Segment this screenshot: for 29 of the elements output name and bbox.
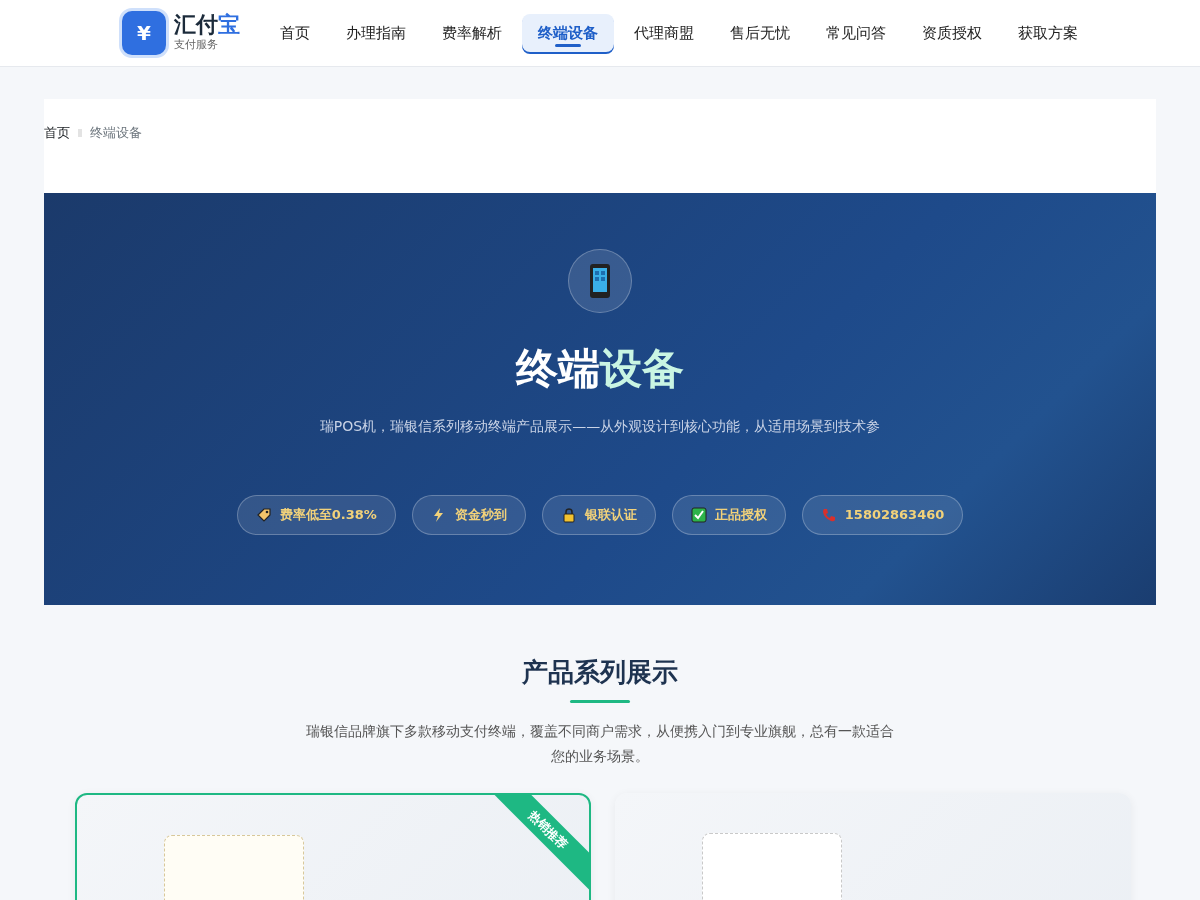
brand-tagline: 支付服务 [174, 36, 219, 53]
nav-tab[interactable]: 售后无忧 [714, 13, 806, 53]
nav-tab[interactable]: 费率解析 [426, 13, 518, 53]
nav-tab[interactable]: 获取方案 [1002, 13, 1094, 53]
nav-tab[interactable]: 资质授权 [906, 13, 998, 53]
nav-tab[interactable]: 代理商盟 [618, 13, 710, 53]
nav-tab[interactable]: 常见问答 [810, 13, 902, 53]
feature-badge: 资金秒到 [411, 495, 526, 535]
hero-title: 终端设备 [516, 343, 684, 395]
breadcrumb-current: 终端设备 [90, 124, 142, 142]
section-title: 产品系列展示 [522, 656, 678, 689]
brand-name: 汇付宝 [174, 12, 240, 37]
lock-icon [560, 506, 577, 523]
telephone-icon [820, 506, 837, 523]
hero-subtitle: 瑞POS机，瑞银信系列移动终端产品展示——从外观设计到核心功能，从适用场景到技术参 [319, 417, 881, 436]
nav-tab[interactable]: 办理指南 [330, 13, 422, 53]
feature-badge: 正品授权 [671, 495, 786, 535]
section-description: 瑞银信品牌旗下多款移动支付终端，覆盖不同商户需求，从便携入门到专业旗舰，总有一款适合您的业务场景。 [305, 722, 895, 767]
smartphone-icon [589, 263, 611, 299]
checkbox-icon [690, 506, 707, 523]
price-tag-icon [255, 506, 272, 523]
breadcrumb-link[interactable]: 首页 [44, 123, 70, 143]
feature-badge: 费率低至0.38% [236, 495, 396, 535]
feature-badge: 15802863460 [801, 495, 964, 535]
feature-badge: 银联认证 [541, 495, 656, 535]
nav-tab[interactable]: 首页 [264, 13, 326, 53]
logo-icon[interactable]: ¥ [122, 11, 166, 55]
title-underline [570, 700, 630, 703]
nav-tab[interactable]: 终端设备 [522, 13, 614, 53]
